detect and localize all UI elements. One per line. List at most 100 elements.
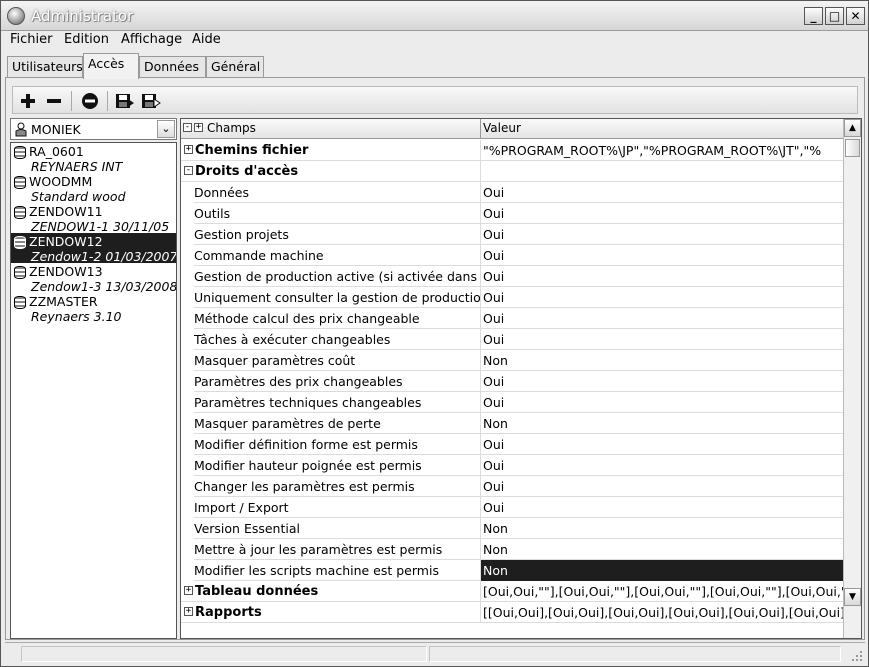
grid-row[interactable]: Outils Oui	[181, 203, 843, 224]
field-value-selected[interactable]: Non	[481, 560, 843, 581]
field-value[interactable]: Oui	[481, 395, 843, 410]
row-indent	[181, 287, 194, 308]
field-name: Gestion projets	[194, 227, 289, 242]
field-value[interactable]: Oui	[481, 248, 843, 263]
field-value[interactable]: Non	[481, 521, 843, 536]
tab-general[interactable]: Général	[206, 56, 264, 78]
grid-group-row[interactable]: + Tableau données [Oui,Oui,""],[Oui,Oui,""…	[181, 581, 843, 602]
grid-row[interactable]: Gestion projets Oui	[181, 224, 843, 245]
grid-row[interactable]: Paramètres techniques changeables Oui	[181, 392, 843, 413]
column-divider[interactable]	[480, 119, 481, 139]
field-name: Masquer paramètres coût	[194, 353, 356, 368]
grid-row[interactable]: Modifier hauteur poignée est permis Oui	[181, 455, 843, 476]
user-select[interactable]: MONIEK ⌄	[10, 118, 177, 140]
scroll-up-icon[interactable]: ▲	[844, 119, 861, 137]
collapse-icon[interactable]: -	[184, 166, 193, 175]
database-item[interactable]: ZENDOW13 Zendow1-3 13/03/2008	[11, 263, 176, 294]
vertical-scrollbar[interactable]: ▲ ▼	[843, 119, 861, 638]
grid-row[interactable]: Données Oui	[181, 182, 843, 203]
grid-row[interactable]: Masquer paramètres coût Non	[181, 350, 843, 371]
acces-tab-panel: MONIEK ⌄ RA_0601 REYNAERS INT WOODMM Sta…	[5, 77, 865, 640]
field-value[interactable]: Non	[481, 542, 843, 557]
grid-row[interactable]: Changer les paramètres est permis Oui	[181, 476, 843, 497]
database-item[interactable]: WOODMM Standard wood	[11, 173, 176, 204]
title-bar[interactable]: Administrator _ □ ✕	[1, 1, 868, 31]
row-indent	[181, 329, 194, 350]
user-icon	[15, 122, 27, 137]
grid-row[interactable]: Méthode calcul des prix changeable Oui	[181, 308, 843, 329]
menu-aide[interactable]: Aide	[192, 32, 221, 47]
field-value[interactable]: [Oui,Oui,""],[Oui,Oui,""],[Oui,Oui,""],[…	[481, 584, 843, 599]
status-bar	[5, 642, 865, 664]
resize-grip-icon[interactable]	[851, 650, 863, 662]
row-indent	[181, 392, 194, 413]
field-value[interactable]: Oui	[481, 374, 843, 389]
field-name: Import / Export	[194, 500, 289, 515]
menu-affichage[interactable]: Affichage	[121, 32, 182, 47]
chevron-down-icon[interactable]: ⌄	[157, 120, 175, 138]
field-value[interactable]: Oui	[481, 290, 843, 305]
expand-icon[interactable]: +	[184, 586, 193, 595]
grid-row[interactable]: Masquer paramètres de perte Non	[181, 413, 843, 434]
grid-row[interactable]: Gestion de production active (si activée…	[181, 266, 843, 287]
database-item[interactable]: RA_0601 REYNAERS INT	[11, 143, 176, 174]
grid-row[interactable]: Modifier les scripts machine est permis N…	[181, 560, 843, 581]
grid-row[interactable]: Uniquement consulter la gestion de produ…	[181, 287, 843, 308]
database-item[interactable]: ZENDOW11 ZENDOW1-1 30/11/05	[11, 203, 176, 234]
minus-icon[interactable]	[43, 90, 65, 112]
expand-icon[interactable]: +	[184, 607, 193, 616]
plus-icon[interactable]	[17, 90, 39, 112]
field-value[interactable]: Non	[481, 353, 843, 368]
tab-utilisateurs[interactable]: Utilisateurs	[7, 56, 83, 78]
grid-row[interactable]: Import / Export Oui	[181, 497, 843, 518]
window-title: Administrator	[31, 7, 134, 25]
collapse-all-icon[interactable]: -	[183, 123, 192, 132]
field-value[interactable]: [[Oui,Oui],[Oui,Oui],[Oui,Oui],[Oui,Oui]…	[481, 605, 843, 620]
field-value[interactable]: Oui	[481, 269, 843, 284]
field-name: Paramètres techniques changeables	[194, 395, 422, 410]
row-indent	[181, 308, 194, 329]
field-value[interactable]: Oui	[481, 458, 843, 473]
expand-all-icon[interactable]: +	[194, 123, 203, 132]
field-value[interactable]: Oui	[481, 311, 843, 326]
menu-edition[interactable]: Edition	[64, 32, 109, 47]
grid-row[interactable]: Modifier définition forme est permis Oui	[181, 434, 843, 455]
field-value[interactable]: Oui	[481, 479, 843, 494]
grid-row[interactable]: Mettre à jour les paramètres est permis N…	[181, 539, 843, 560]
field-name: Changer les paramètres est permis	[194, 479, 415, 494]
database-item-selected[interactable]: ZENDOW12 Zendow1-2 01/03/2007	[11, 233, 176, 264]
field-value[interactable]: Oui	[481, 206, 843, 221]
close-button[interactable]: ✕	[846, 7, 865, 25]
minimize-button[interactable]: _	[804, 7, 823, 25]
save-as-icon[interactable]	[140, 90, 162, 112]
save-icon[interactable]	[114, 90, 136, 112]
field-value[interactable]: Oui	[481, 500, 843, 515]
delete-circle-icon[interactable]	[79, 90, 101, 112]
grid-row[interactable]: Version Essential Non	[181, 518, 843, 539]
scrollbar-thumb[interactable]	[845, 139, 860, 157]
grid-row[interactable]: Tâches à exécuter changeables Oui	[181, 329, 843, 350]
field-value[interactable]: Oui	[481, 437, 843, 452]
field-name: Tableau données	[195, 584, 319, 599]
scroll-down-icon[interactable]: ▼	[844, 588, 861, 606]
field-value[interactable]: Oui	[481, 185, 843, 200]
column-header-champs[interactable]: Champs	[207, 121, 256, 135]
field-value[interactable]: Oui	[481, 332, 843, 347]
tab-acces[interactable]: Accès	[83, 53, 139, 79]
grid-group-row[interactable]: - Droits d'accès	[181, 161, 843, 182]
database-item[interactable]: ZZMASTER Reynaers 3.10	[11, 293, 176, 324]
grid-group-row[interactable]: + Chemins fichier "%PROGRAM_ROOT%\JP","%PR…	[181, 140, 843, 161]
field-value[interactable]: Non	[481, 416, 843, 431]
column-header-valeur[interactable]: Valeur	[483, 121, 521, 135]
field-value[interactable]: Oui	[481, 227, 843, 242]
expand-icon[interactable]: +	[184, 145, 193, 154]
grid-row[interactable]: Commande machine Oui	[181, 245, 843, 266]
row-indent	[181, 455, 194, 476]
field-value[interactable]: "%PROGRAM_ROOT%\JP","%PROGRAM_ROOT%\JT",…	[481, 143, 843, 158]
grid-group-row[interactable]: + Rapports [[Oui,Oui],[Oui,Oui],[Oui,Oui],…	[181, 602, 843, 623]
field-name: Paramètres des prix changeables	[194, 374, 403, 389]
maximize-button[interactable]: □	[825, 7, 844, 25]
tab-donnees[interactable]: Données	[139, 56, 206, 78]
grid-row[interactable]: Paramètres des prix changeables Oui	[181, 371, 843, 392]
menu-fichier[interactable]: Fichier	[10, 32, 53, 47]
